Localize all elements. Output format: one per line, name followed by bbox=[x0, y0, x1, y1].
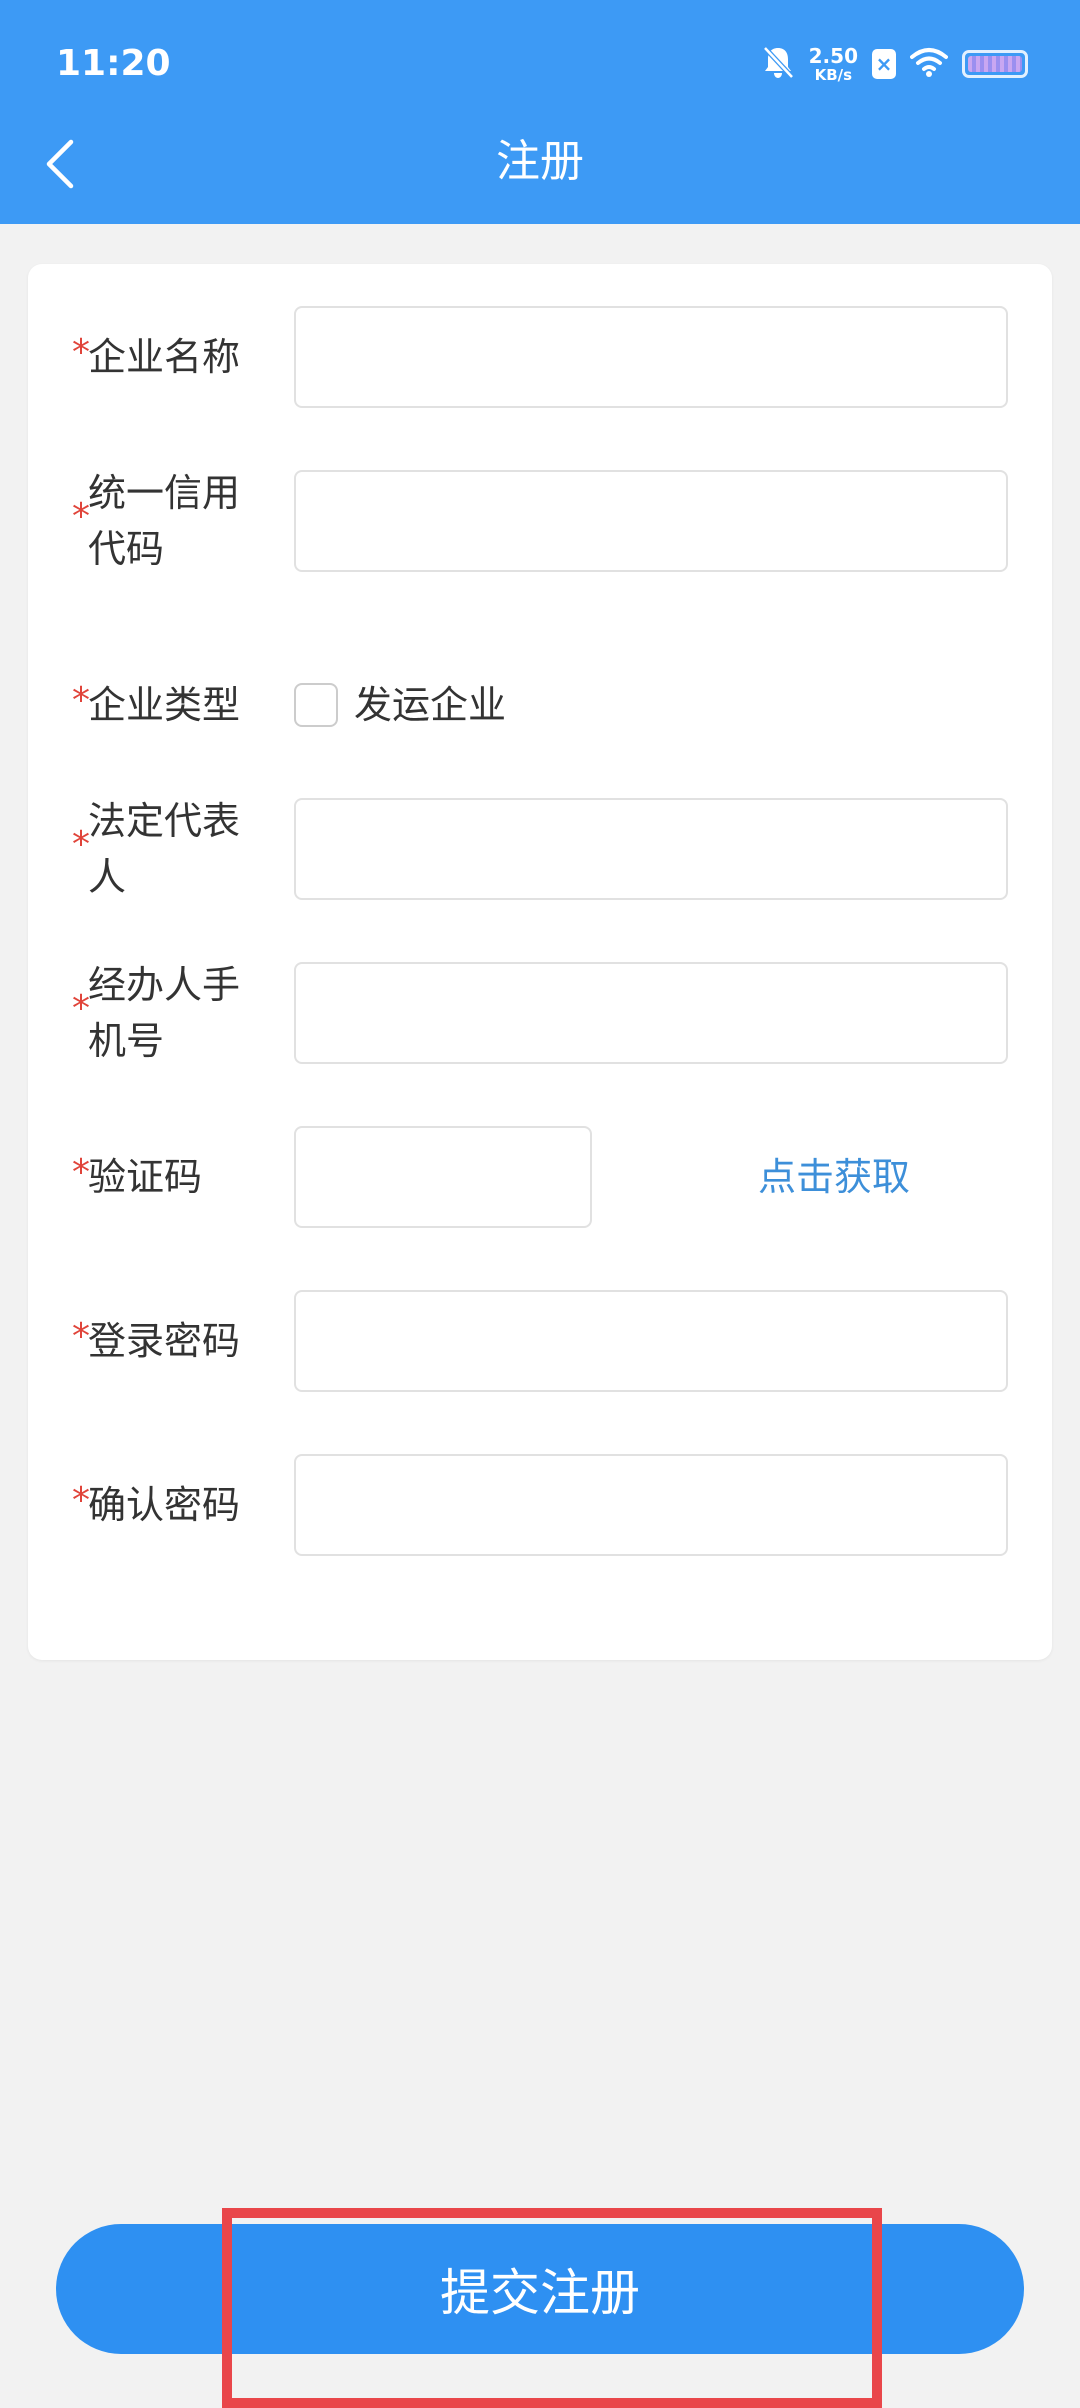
label-credit-code: 统一信用代码 bbox=[88, 471, 241, 571]
legal-rep-input[interactable] bbox=[296, 800, 1006, 898]
wifi-icon bbox=[910, 47, 948, 81]
required-mark: * bbox=[72, 332, 90, 373]
get-code-button[interactable]: 点击获取 bbox=[758, 1149, 978, 1205]
row-credit-code: * 统一信用代码 bbox=[28, 470, 1052, 572]
row-legal-rep: * 法定代表人 bbox=[28, 798, 1052, 900]
required-mark: * bbox=[72, 824, 90, 865]
submit-register-button[interactable]: 提交注册 bbox=[56, 2224, 1024, 2354]
label-legal-rep-wrap: * 法定代表人 bbox=[72, 793, 292, 905]
label-verify-code-wrap: * 验证码 bbox=[72, 1149, 292, 1205]
shipper-option-label[interactable]: 发运企业 bbox=[354, 677, 506, 733]
confirm-password-input[interactable] bbox=[296, 1456, 1006, 1554]
shipper-checkbox[interactable] bbox=[294, 683, 338, 727]
label-confirm-password-wrap: * 确认密码 bbox=[72, 1477, 292, 1533]
row-verify-code: * 验证码 点击获取 bbox=[28, 1126, 1052, 1228]
row-operator-phone: * 经办人手机号 bbox=[28, 962, 1052, 1064]
credit-code-input[interactable] bbox=[296, 472, 1006, 570]
label-company-name: 企业名称 bbox=[88, 335, 241, 379]
battery-icon bbox=[962, 50, 1028, 78]
label-company-type: 企业类型 bbox=[88, 683, 241, 727]
required-mark: * bbox=[72, 1316, 90, 1357]
label-operator-phone-wrap: * 经办人手机号 bbox=[72, 957, 292, 1069]
page-title: 注册 bbox=[496, 136, 584, 187]
label-login-password: 登录密码 bbox=[88, 1319, 241, 1363]
operator-phone-input-box bbox=[294, 962, 1008, 1064]
app-header: 11:20 2.50 KB/s × 注册 bbox=[0, 0, 1080, 224]
verify-code-input-box bbox=[294, 1126, 592, 1228]
login-password-input-box bbox=[294, 1290, 1008, 1392]
bell-off-icon bbox=[761, 44, 795, 84]
label-company-name-wrap: * 企业名称 bbox=[72, 329, 292, 385]
confirm-password-input-box bbox=[294, 1454, 1008, 1556]
net-speed-unit: KB/s bbox=[814, 65, 853, 84]
credit-code-input-box bbox=[294, 470, 1008, 572]
legal-rep-input-box bbox=[294, 798, 1008, 900]
net-speed-value: 2.50 bbox=[808, 43, 858, 68]
label-legal-rep: 法定代表人 bbox=[88, 799, 241, 899]
login-password-input[interactable] bbox=[296, 1292, 1006, 1390]
label-credit-code-wrap: * 统一信用代码 bbox=[72, 465, 292, 577]
label-company-type-wrap: * 企业类型 bbox=[72, 677, 292, 733]
required-mark: * bbox=[72, 680, 90, 721]
label-operator-phone: 经办人手机号 bbox=[88, 963, 241, 1063]
company-name-input[interactable] bbox=[296, 308, 1006, 406]
sim-icon: × bbox=[872, 49, 896, 79]
verify-code-input[interactable] bbox=[296, 1128, 590, 1226]
required-mark: * bbox=[72, 1480, 90, 1521]
status-icons: 2.50 KB/s × bbox=[761, 40, 1028, 88]
company-name-input-box bbox=[294, 306, 1008, 408]
label-verify-code: 验证码 bbox=[88, 1155, 203, 1199]
row-confirm-password: * 确认密码 bbox=[28, 1454, 1052, 1556]
row-login-password: * 登录密码 bbox=[28, 1290, 1052, 1392]
status-time: 11:20 bbox=[56, 43, 171, 84]
required-mark: * bbox=[72, 1152, 90, 1193]
row-company-type: * 企业类型 发运企业 bbox=[28, 654, 1052, 756]
label-login-password-wrap: * 登录密码 bbox=[72, 1313, 292, 1369]
required-mark: * bbox=[72, 496, 90, 537]
net-speed: 2.50 KB/s bbox=[809, 46, 858, 83]
row-company-name: * 企业名称 bbox=[28, 306, 1052, 408]
registration-form-card: * 企业名称 * 统一信用代码 * 企业类型 发运企业 * 法定代表人 * 经办… bbox=[28, 264, 1052, 1660]
required-mark: * bbox=[72, 988, 90, 1029]
label-confirm-password: 确认密码 bbox=[88, 1483, 241, 1527]
operator-phone-input[interactable] bbox=[296, 964, 1006, 1062]
